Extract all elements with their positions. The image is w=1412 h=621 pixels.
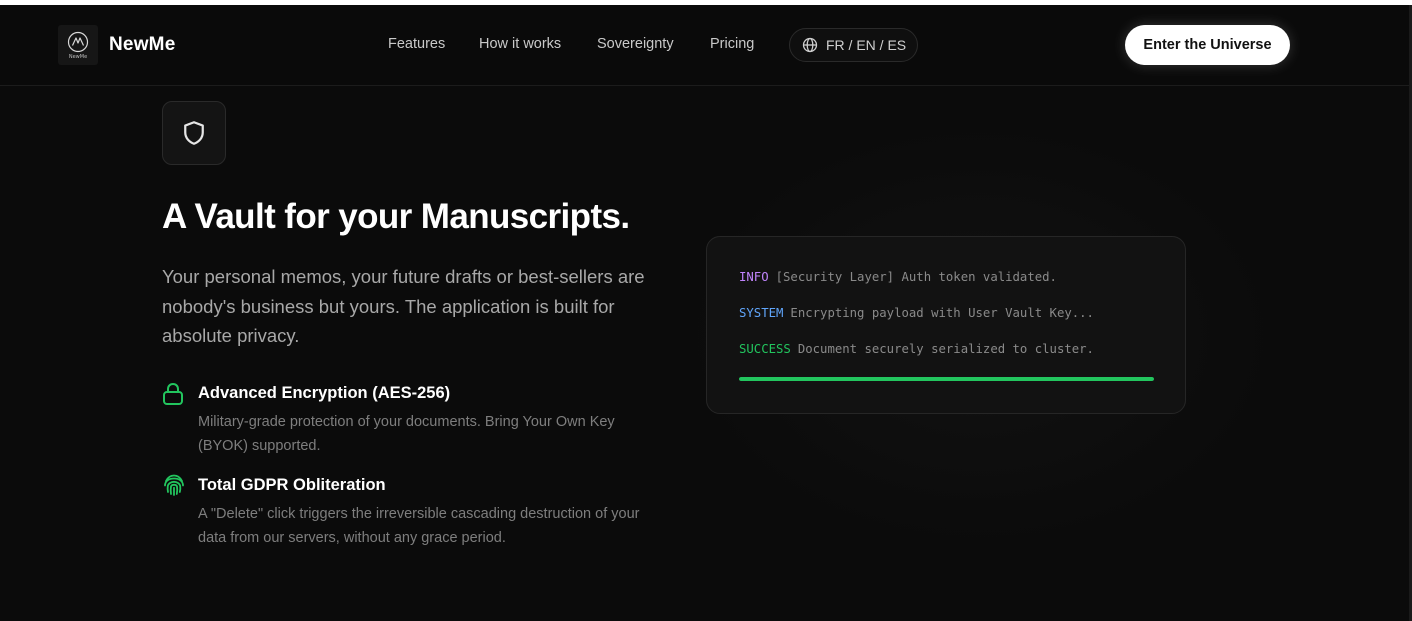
log-text-system: Encrypting payload with User Vault Key..… <box>790 306 1094 320</box>
feature-title-encryption: Advanced Encryption (AES-256) <box>198 384 451 402</box>
logo-icon <box>67 31 89 52</box>
fingerprint-icon <box>162 473 186 502</box>
lead-paragraph: Your personal memos, your future drafts … <box>162 266 645 346</box>
nav-sovereignty[interactable]: Sovereignty <box>597 36 674 52</box>
globe-icon <box>802 37 818 53</box>
feature-desc-gdpr: A "Delete" click triggers the irreversib… <box>198 506 640 546</box>
language-switcher[interactable]: FR / EN / ES <box>789 28 918 62</box>
feature-desc-encryption: Military-grade protection of your docume… <box>198 414 615 454</box>
log-text-info: [Security Layer] Auth token validated. <box>775 270 1057 284</box>
nav-pricing[interactable]: Pricing <box>710 36 754 52</box>
shield-icon <box>184 121 204 145</box>
log-line-info: INFO [Security Layer] Auth token validate… <box>739 270 1057 284</box>
language-label: FR / EN / ES <box>826 37 907 53</box>
logo[interactable]: NewMe <box>58 25 98 65</box>
terminal-log-panel: INFO [Security Layer] Auth token validate… <box>706 236 1186 414</box>
shield-badge <box>162 101 226 165</box>
landing-page: NewMe NewMe Features How it works Sovere… <box>0 5 1412 621</box>
log-line-success: SUCCESS Document securely serialized to c… <box>739 342 1094 356</box>
page-title: A Vault for your Manuscripts. <box>162 197 630 236</box>
log-tag-info: INFO <box>739 270 769 284</box>
log-line-system: SYSTEM Encrypting payload with User Vault… <box>739 306 1094 320</box>
progress-fill <box>739 377 1154 381</box>
logo-label: NewMe <box>68 53 88 60</box>
log-text-success: Document securely serialized to cluster. <box>797 342 1094 356</box>
lock-icon <box>162 382 184 411</box>
brand-name[interactable]: NewMe <box>109 34 175 56</box>
site-header: NewMe NewMe Features How it works Sovere… <box>0 5 1412 86</box>
enter-universe-button[interactable]: Enter the Universe <box>1125 25 1290 65</box>
log-tag-success: SUCCESS <box>739 342 791 356</box>
log-tag-system: SYSTEM <box>739 306 784 320</box>
feature-title-gdpr: Total GDPR Obliteration <box>198 476 386 494</box>
nav-features[interactable]: Features <box>388 36 445 52</box>
progress-bar <box>739 377 1154 381</box>
nav-how-it-works[interactable]: How it works <box>479 36 561 52</box>
